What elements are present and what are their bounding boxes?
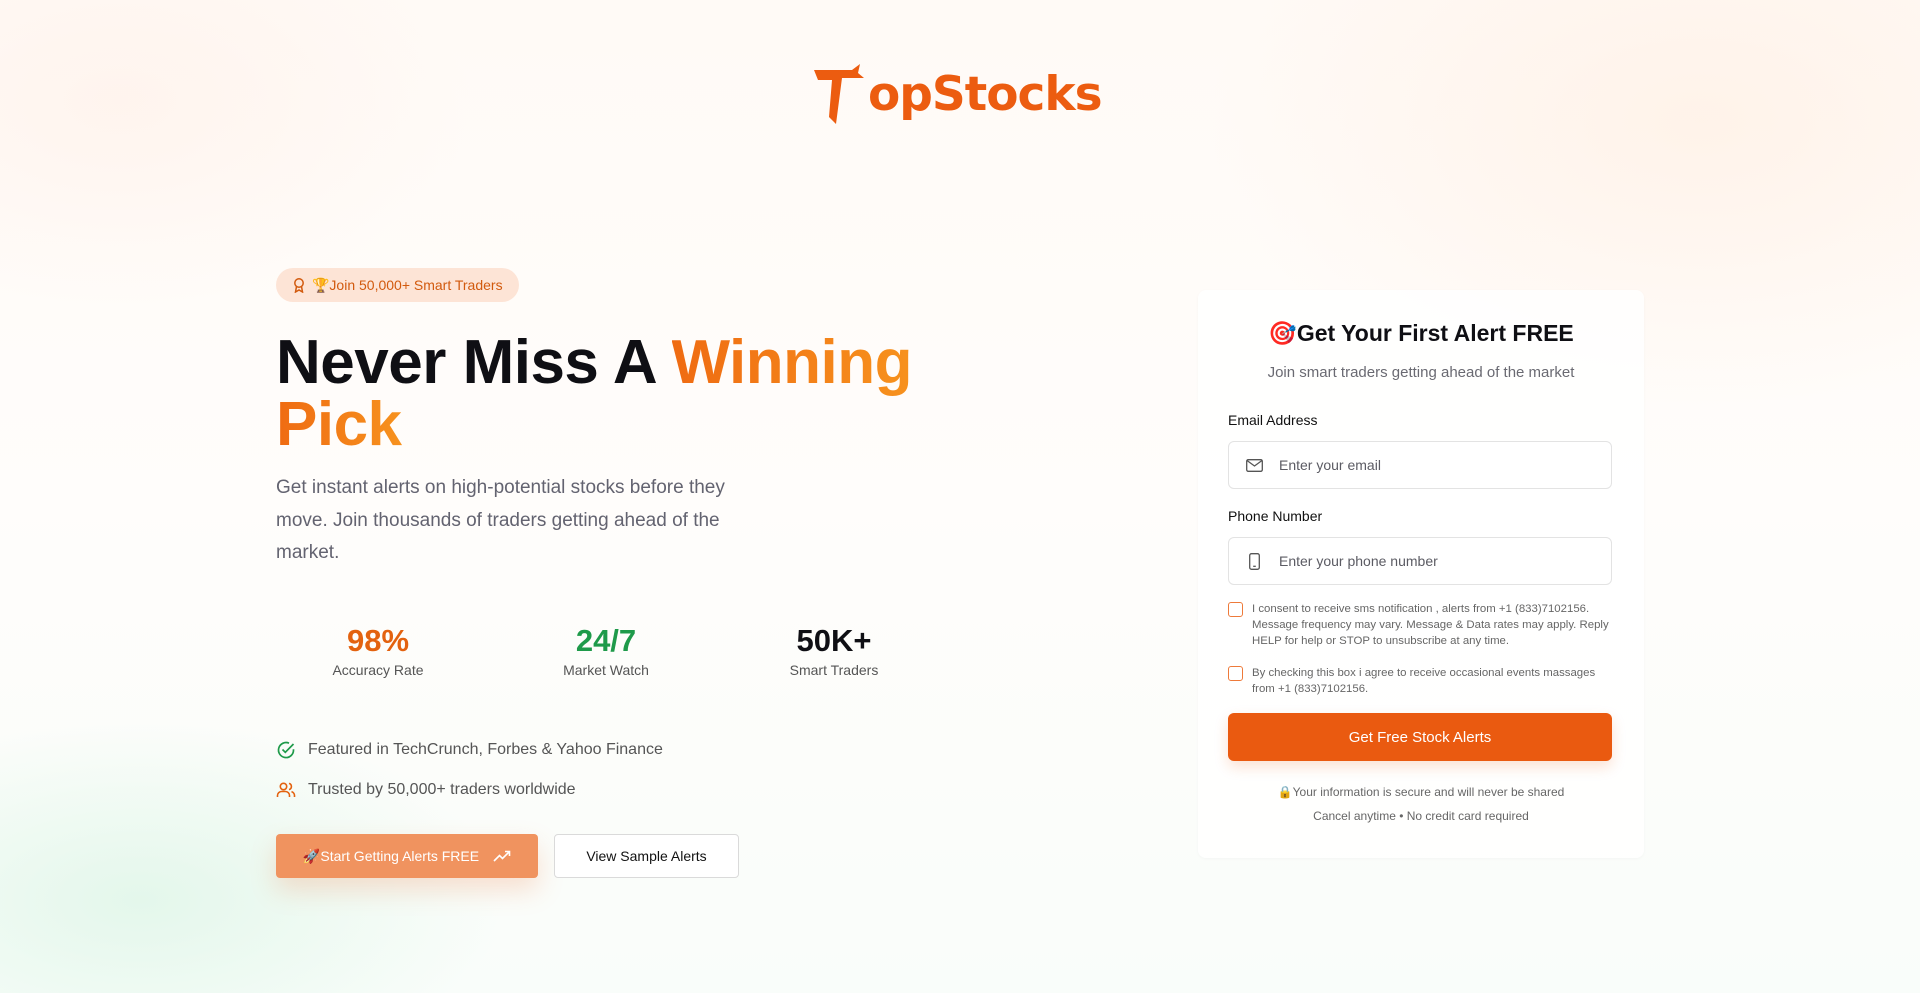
check-circle-icon xyxy=(277,741,295,759)
events-consent-text: By checking this box i agree to receive … xyxy=(1252,667,1596,695)
headline-accent-winning: Winning xyxy=(671,328,913,397)
stat-market-watch: 24/7 Market Watch xyxy=(526,623,686,679)
card-subtitle: Join smart traders getting ahead of the … xyxy=(1267,364,1575,381)
sms-consent-text: I consent to receive sms notification , … xyxy=(1252,603,1609,647)
stat-label: Smart Traders xyxy=(789,662,879,678)
stat-accuracy: 98% Accuracy Rate xyxy=(298,623,458,679)
email-field[interactable] xyxy=(1228,441,1612,489)
headline-accent-pick: Pick xyxy=(276,390,402,459)
trending-up-icon xyxy=(493,850,511,862)
feature-list: Featured in TechCrunch, Forbes & Yahoo F… xyxy=(276,738,663,818)
events-consent: By checking this box i agree to receive … xyxy=(1228,665,1618,697)
card-title: 🎯Get Your First Alert FREE xyxy=(1268,320,1574,346)
brand-name: opStocks xyxy=(868,66,1103,122)
hero-headline: Never Miss A Winning Pick xyxy=(276,332,916,456)
signup-card: 🎯Get Your First Alert FREE Join smart tr… xyxy=(1198,290,1644,858)
cancel-note: Cancel anytime • No credit card required xyxy=(1313,809,1529,823)
traders-badge: 🏆Join 50,000+ Smart Traders xyxy=(276,268,519,302)
sms-consent-checkbox[interactable] xyxy=(1228,602,1243,617)
feature-item: Trusted by 50,000+ traders worldwide xyxy=(276,778,663,802)
stat-value: 98% xyxy=(346,623,410,658)
stat-label: Accuracy Rate xyxy=(332,662,424,678)
stats-row: 98% Accuracy Rate 24/7 Market Watch 50K+… xyxy=(276,624,916,684)
stat-value: 50K+ xyxy=(796,623,872,658)
email-label: Email Address xyxy=(1228,412,1318,428)
phone-input[interactable] xyxy=(1279,553,1611,569)
email-input[interactable] xyxy=(1279,457,1611,473)
events-consent-checkbox[interactable] xyxy=(1228,666,1243,681)
stat-smart-traders: 50K+ Smart Traders xyxy=(754,623,914,679)
start-alerts-button[interactable]: 🚀Start Getting Alerts FREE xyxy=(276,834,538,878)
phone-label: Phone Number xyxy=(1228,508,1323,524)
hero-subtext: Get instant alerts on high-potential sto… xyxy=(276,477,725,563)
mail-icon xyxy=(1229,458,1279,472)
start-alerts-label: 🚀Start Getting Alerts FREE xyxy=(302,847,480,864)
feature-text: Featured in TechCrunch, Forbes & Yahoo F… xyxy=(308,741,663,758)
stat-label: Market Watch xyxy=(563,662,649,678)
users-icon xyxy=(276,782,296,797)
view-sample-alerts-button[interactable]: View Sample Alerts xyxy=(554,834,739,878)
hero-section: 🏆Join 50,000+ Smart Traders Never Miss A… xyxy=(276,268,916,570)
cta-row: 🚀Start Getting Alerts FREE View Sample A… xyxy=(276,834,739,878)
secure-note: 🔒Your information is secure and will nev… xyxy=(1277,785,1565,799)
badge-text: 🏆Join 50,000+ Smart Traders xyxy=(312,276,503,293)
topstocks-t-mark-icon xyxy=(814,64,864,124)
feature-item: Featured in TechCrunch, Forbes & Yahoo F… xyxy=(276,738,663,762)
feature-text: Trusted by 50,000+ traders worldwide xyxy=(308,781,576,798)
brand-logo[interactable]: opStocks xyxy=(814,62,1103,126)
sms-consent: I consent to receive sms notification , … xyxy=(1228,601,1618,649)
stat-value: 24/7 xyxy=(575,623,637,658)
award-icon xyxy=(294,278,304,293)
headline-plain: Never Miss A xyxy=(276,328,672,397)
get-free-alerts-button[interactable]: Get Free Stock Alerts xyxy=(1228,713,1612,761)
phone-field[interactable] xyxy=(1228,537,1612,585)
smartphone-icon xyxy=(1229,552,1279,570)
